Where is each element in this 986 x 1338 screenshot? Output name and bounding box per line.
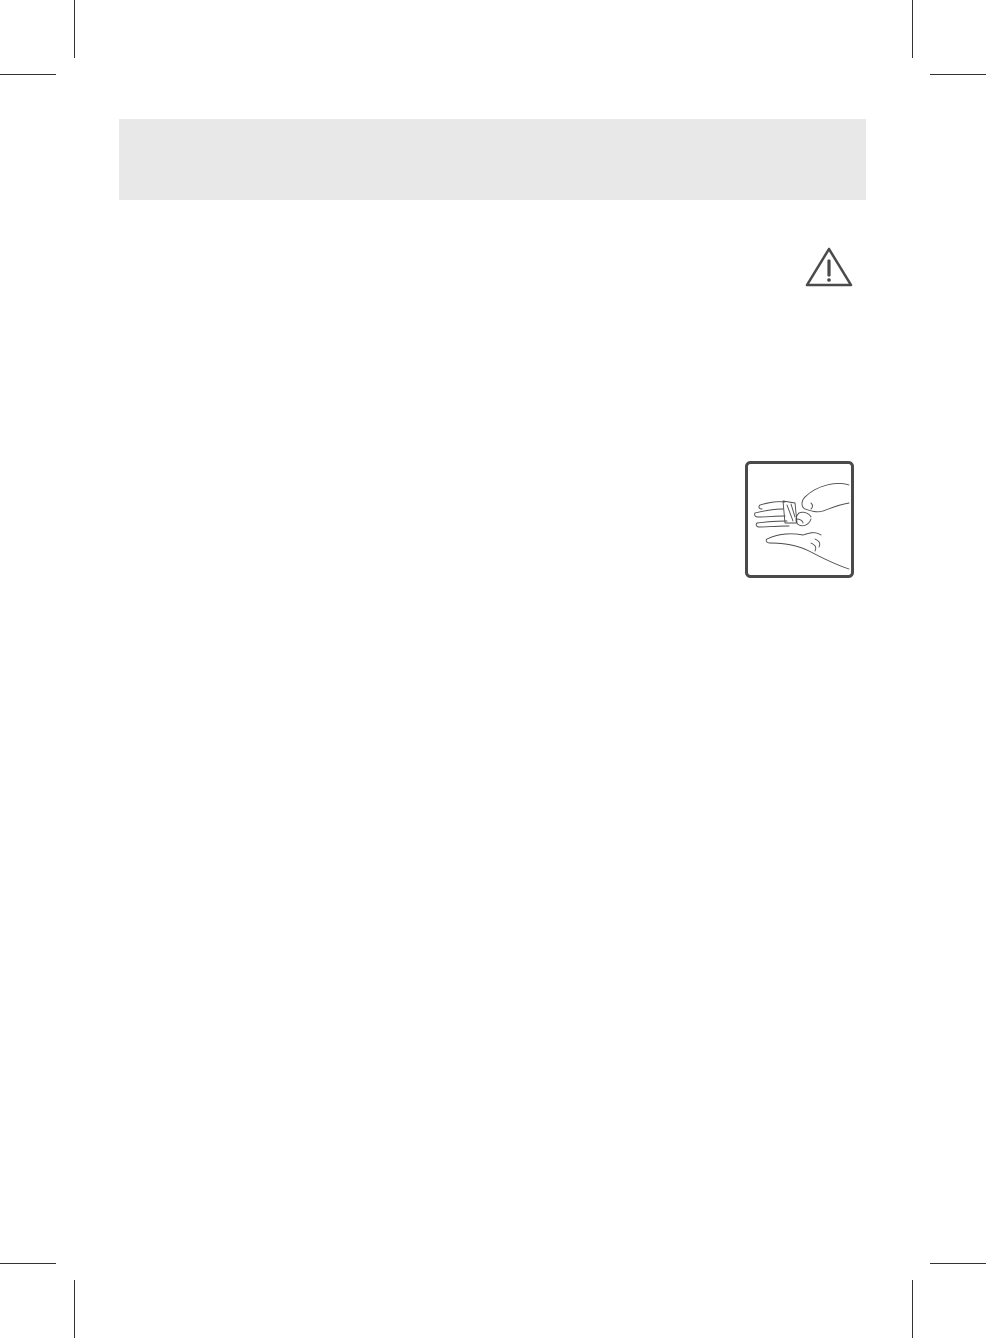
crop-mark-top-left-vertical bbox=[74, 0, 75, 58]
hands-applying-bandage-illustration bbox=[745, 461, 854, 578]
warning-triangle-icon bbox=[804, 246, 854, 288]
crop-mark-top-right-vertical bbox=[912, 0, 913, 58]
crop-mark-bottom-right-horizontal bbox=[930, 1263, 986, 1264]
crop-mark-top-right-horizontal bbox=[930, 74, 986, 75]
crop-mark-top-left-horizontal bbox=[0, 74, 56, 75]
header-band bbox=[119, 119, 866, 200]
crop-mark-bottom-left-vertical bbox=[74, 1280, 75, 1338]
crop-mark-bottom-left-horizontal bbox=[0, 1263, 56, 1264]
crop-mark-bottom-right-vertical bbox=[912, 1280, 913, 1338]
